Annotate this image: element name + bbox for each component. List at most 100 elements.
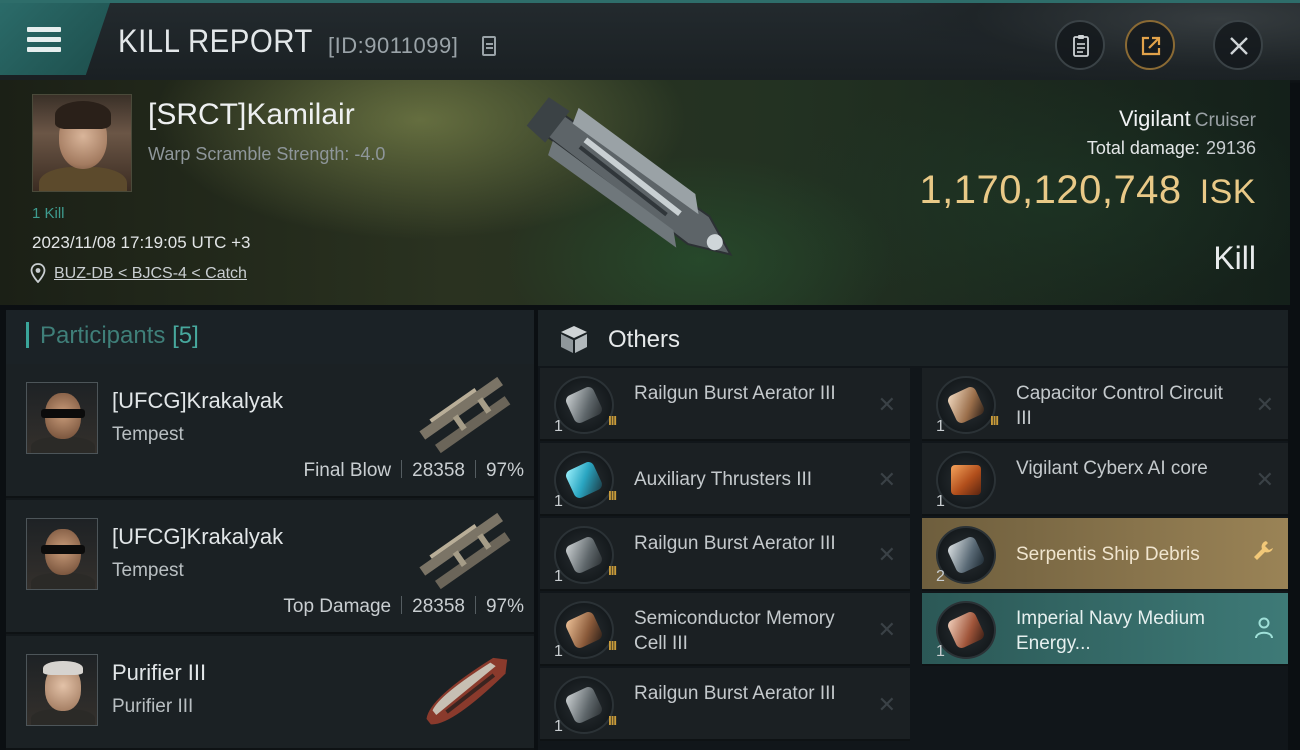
others-header: Others xyxy=(538,310,1288,366)
close-icon xyxy=(1230,37,1248,55)
item-name: Vigilant Cyberx AI core xyxy=(1016,458,1208,479)
participant-ship: Purifier III xyxy=(112,696,194,717)
loot-item[interactable]: III 1 Railgun Burst Aerator III ✕ xyxy=(540,518,910,591)
participant-stats: Final Blow 28358 97% xyxy=(303,460,524,482)
ship-class: Cruiser xyxy=(1194,110,1256,131)
loot-item[interactable]: 1 Imperial Navy Medium Energy... xyxy=(922,593,1288,666)
item-quantity: 1 xyxy=(936,643,945,660)
destroyed-icon: ✕ xyxy=(1255,467,1274,492)
participant-percent: 97% xyxy=(485,596,524,617)
destroyed-icon: ✕ xyxy=(877,467,896,492)
participant-tag: Top Damage xyxy=(283,596,392,617)
cargo-box-icon xyxy=(561,326,587,353)
participant-avatar xyxy=(26,382,98,454)
item-name: Imperial Navy Medium Energy... xyxy=(1016,608,1205,654)
item-name: Railgun Burst Aerator III xyxy=(634,383,836,404)
item-quantity: 1 xyxy=(554,493,563,510)
participant-ship: Tempest xyxy=(112,560,184,581)
person-icon xyxy=(1255,617,1273,639)
others-label: Others xyxy=(608,326,681,353)
capacitor-icon: III xyxy=(936,376,999,434)
participants-panel: Participants [5] [UFCG]Krakalyak Tempest… xyxy=(6,310,534,750)
item-quantity: 1 xyxy=(554,718,563,735)
participant-row[interactable]: Purifier III Purifier III xyxy=(6,636,534,750)
purifier-ship-icon xyxy=(426,657,508,725)
item-quantity: 1 xyxy=(554,568,563,585)
item-quantity: 1 xyxy=(936,493,945,510)
victim-ship-render xyxy=(526,97,733,257)
destroyed-icon: ✕ xyxy=(877,692,896,717)
memory-cell-icon: III xyxy=(554,601,617,659)
isk-amount: 1,170,120,748 xyxy=(919,168,1182,212)
others-panel: Others III 1 Railgun Burst Aerator III ✕… xyxy=(538,310,1288,750)
loot-item[interactable]: 2 Serpentis Ship Debris xyxy=(922,518,1288,591)
total-damage: Total damage: 29136 xyxy=(1087,138,1256,159)
item-name: Semiconductor Memory Cell III xyxy=(634,608,835,654)
page-title: KILL REPORT xyxy=(118,23,313,59)
ai-core-icon xyxy=(936,451,996,509)
participant-row[interactable]: [UFCG]Krakalyak Tempest Final Blow 28358 9… xyxy=(6,364,534,498)
loot-item[interactable]: 1 Vigilant Cyberx AI core ✕ xyxy=(922,443,1288,516)
module-icon: III xyxy=(554,526,617,584)
participant-name: [UFCG]Krakalyak xyxy=(112,524,284,549)
wrench-icon xyxy=(1254,541,1273,560)
warp-scramble-strength: Warp Scramble Strength: -4.0 xyxy=(148,144,386,164)
loot-item[interactable]: III 1 Auxiliary Thrusters III ✕ xyxy=(540,443,910,516)
participant-row[interactable]: [UFCG]Krakalyak Tempest Top Damage 28358 9… xyxy=(6,500,534,634)
participant-avatar xyxy=(26,654,98,726)
item-quantity: 2 xyxy=(936,568,945,585)
victim-name[interactable]: [SRCT]Kamilair xyxy=(148,98,355,132)
destroyed-icon: ✕ xyxy=(877,542,896,567)
title-bar: KILL REPORT [ID:9011099] xyxy=(0,0,1300,83)
participant-stats: Top Damage 28358 97% xyxy=(283,596,524,618)
ship-debris-icon xyxy=(936,526,996,584)
menu-icon xyxy=(27,27,61,32)
share-button[interactable] xyxy=(1125,20,1175,70)
thruster-icon: III xyxy=(554,451,617,509)
participant-damage: 28358 xyxy=(412,460,465,481)
item-quantity: 1 xyxy=(936,418,945,435)
item-name: Railgun Burst Aerator III xyxy=(634,683,836,704)
item-name: Auxiliary Thrusters III xyxy=(634,469,813,490)
participant-name: Purifier III xyxy=(112,660,207,685)
item-name: Capacitor Control Circuit III xyxy=(1016,383,1223,429)
clipboard-button[interactable] xyxy=(1055,20,1105,70)
isk-value: 1,170,120,748 ISK xyxy=(919,168,1256,213)
loot-item[interactable]: III 1 Railgun Burst Aerator III ✕ xyxy=(540,368,910,441)
location-pin-icon xyxy=(30,263,46,283)
participant-avatar xyxy=(26,518,98,590)
share-icon xyxy=(1141,36,1161,56)
kill-id: [ID:9011099] xyxy=(328,33,459,58)
victim-avatar[interactable] xyxy=(32,94,132,192)
energy-module-icon xyxy=(936,601,996,659)
destroyed-icon: ✕ xyxy=(877,392,896,417)
item-name: Railgun Burst Aerator III xyxy=(634,533,836,554)
participant-damage: 28358 xyxy=(412,596,465,617)
destroyed-icon: ✕ xyxy=(1255,392,1274,417)
kill-count: 1 Kill xyxy=(32,205,65,222)
destroyed-icon: ✕ xyxy=(877,617,896,642)
location-link[interactable]: BUZ-DB < BJCS-4 < Catch xyxy=(54,265,247,283)
close-button[interactable] xyxy=(1213,20,1263,70)
loot-item[interactable]: III 1 Capacitor Control Circuit III ✕ xyxy=(922,368,1288,441)
ship-name[interactable]: Vigilant xyxy=(1119,106,1191,131)
participants-label: Participants xyxy=(40,322,166,349)
result-label: Kill xyxy=(1213,240,1256,276)
ship-type: Vigilant Cruiser xyxy=(1119,106,1256,132)
participant-name: [UFCG]Krakalyak xyxy=(112,388,284,413)
participants-header: Participants [5] xyxy=(6,310,534,364)
participant-ship: Tempest xyxy=(112,424,184,445)
tempest-ship-icon xyxy=(419,512,511,590)
total-damage-label: Total damage: xyxy=(1086,138,1200,158)
loot-item[interactable]: III 1 Semiconductor Memory Cell III ✕ xyxy=(540,593,910,666)
clipboard-icon xyxy=(1073,35,1089,57)
participants-count: [5] xyxy=(172,322,199,349)
loot-item[interactable]: III 1 Railgun Burst Aerator III ✕ xyxy=(540,668,910,741)
victim-summary: [SRCT]Kamilair Warp Scramble Strength: -… xyxy=(0,80,1290,305)
menu-button[interactable] xyxy=(0,3,110,75)
isk-unit: ISK xyxy=(1199,173,1256,211)
copy-icon[interactable] xyxy=(482,36,496,56)
kill-datetime: 2023/11/08 17:19:05 UTC +3 xyxy=(32,233,251,252)
module-icon: III xyxy=(554,376,617,434)
item-name: Serpentis Ship Debris xyxy=(1016,544,1200,565)
